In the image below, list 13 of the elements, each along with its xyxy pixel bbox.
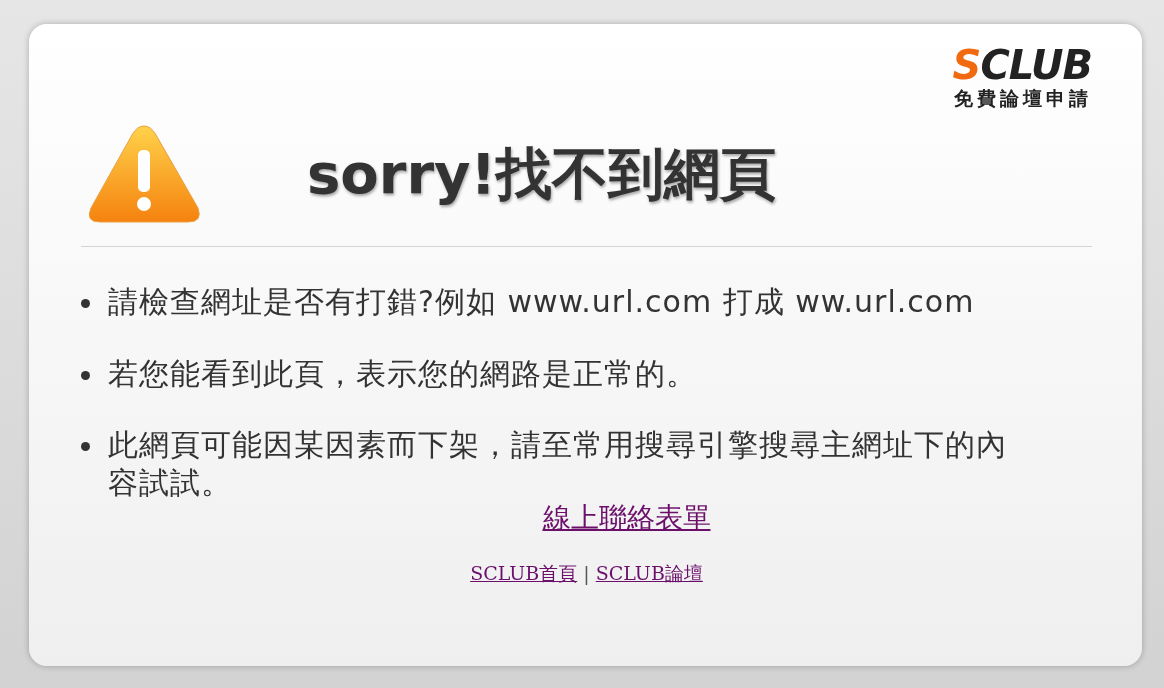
tip-text: 請檢查網址是否有打錯?例如 www.url.com 打成 ww.url.com (108, 283, 975, 321)
page-title: sorry!找不到網頁 (307, 140, 777, 208)
contact-form-link[interactable]: 線上聯絡表單 (542, 501, 711, 534)
bullet-icon (81, 442, 90, 451)
bullet-icon (81, 299, 90, 308)
logo-wordmark: SCLUB (952, 42, 1092, 88)
logo-tagline: 免費論壇申請 (954, 86, 1092, 111)
tip-text: 此網頁可能因某因素而下架，請至常用搜尋引擎搜尋主網址下的內容試試。 (108, 426, 1008, 501)
tip-text: 若您能看到此頁，表示您的網路是正常的。 (108, 354, 697, 392)
footer-link[interactable]: SCLUB論壇 (595, 561, 703, 584)
footer-link[interactable]: SCLUB首頁 (470, 561, 578, 584)
bullet-icon (81, 370, 90, 380)
separator: | (582, 561, 591, 584)
